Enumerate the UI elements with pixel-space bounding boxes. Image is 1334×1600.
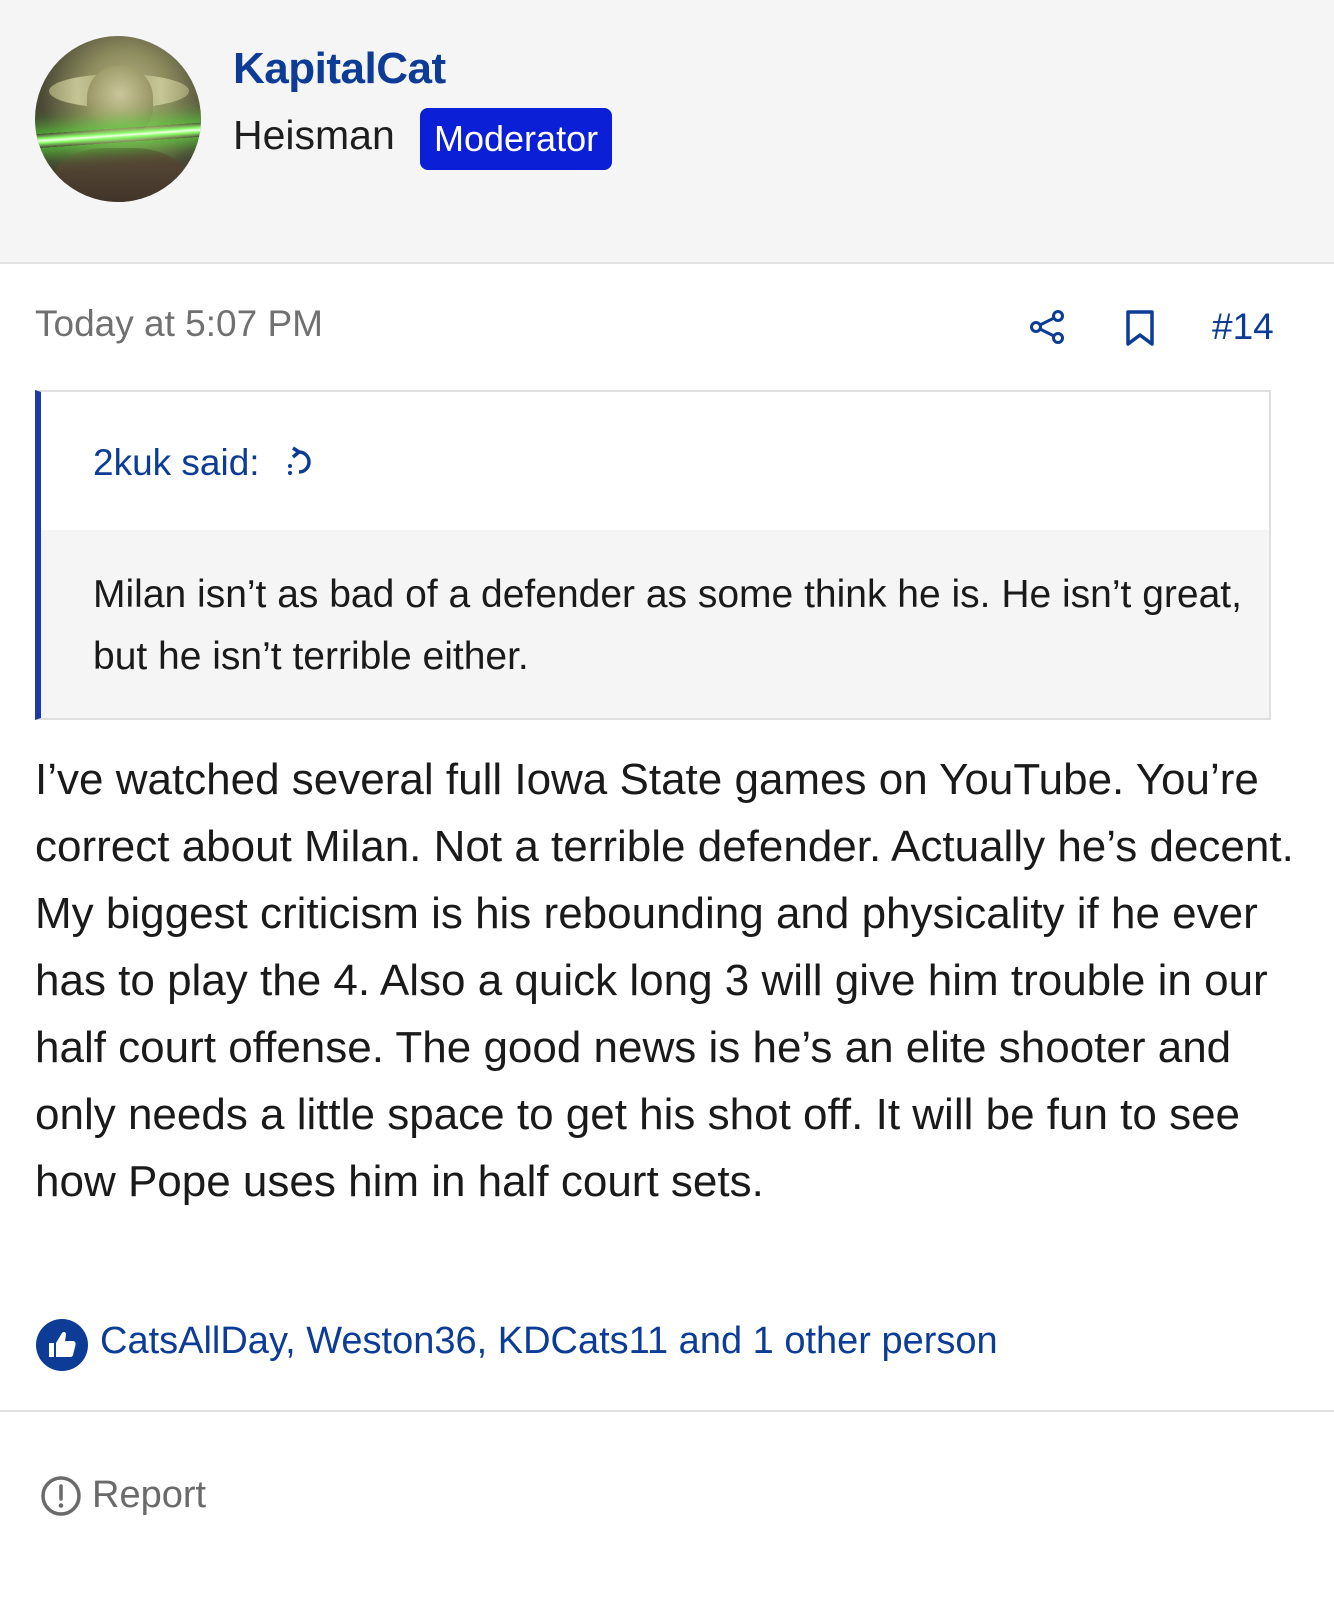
jump-to-quote-icon[interactable] (285, 442, 319, 482)
username-link[interactable]: KapitalCat (233, 44, 446, 94)
post-timestamp[interactable]: Today at 5:07 PM (35, 303, 323, 345)
reactions-list[interactable]: CatsAllDay, Weston36, KDCats11 and 1 oth… (100, 1320, 998, 1363)
report-link[interactable]: Report (92, 1474, 206, 1517)
user-title: Heisman (233, 112, 395, 158)
share-icon[interactable] (1027, 307, 1067, 347)
post-number-link[interactable]: #14 (1212, 306, 1274, 348)
post-footer-divider (0, 1410, 1334, 1412)
bookmark-icon[interactable] (1122, 308, 1158, 348)
avatar-face (87, 66, 153, 136)
quote-header: 2kuk said: (41, 392, 1269, 530)
post-message: I’ve watched several full Iowa State gam… (35, 755, 1294, 1206)
quote-text: Milan isn’t as bad of a defender as some… (93, 573, 1242, 678)
quote-author-link[interactable]: 2kuk said: (93, 442, 260, 484)
avatar[interactable] (35, 36, 201, 202)
avatar-robe (55, 148, 185, 202)
moderator-badge: Moderator (420, 108, 613, 170)
like-thumbs-up-icon[interactable] (35, 1318, 89, 1372)
post-author-header: KapitalCat Heisman Moderator (0, 0, 1334, 264)
quote-block: 2kuk said: Milan isn’t as bad of a defen… (35, 390, 1271, 720)
exclamation-circle-icon[interactable] (40, 1475, 82, 1517)
